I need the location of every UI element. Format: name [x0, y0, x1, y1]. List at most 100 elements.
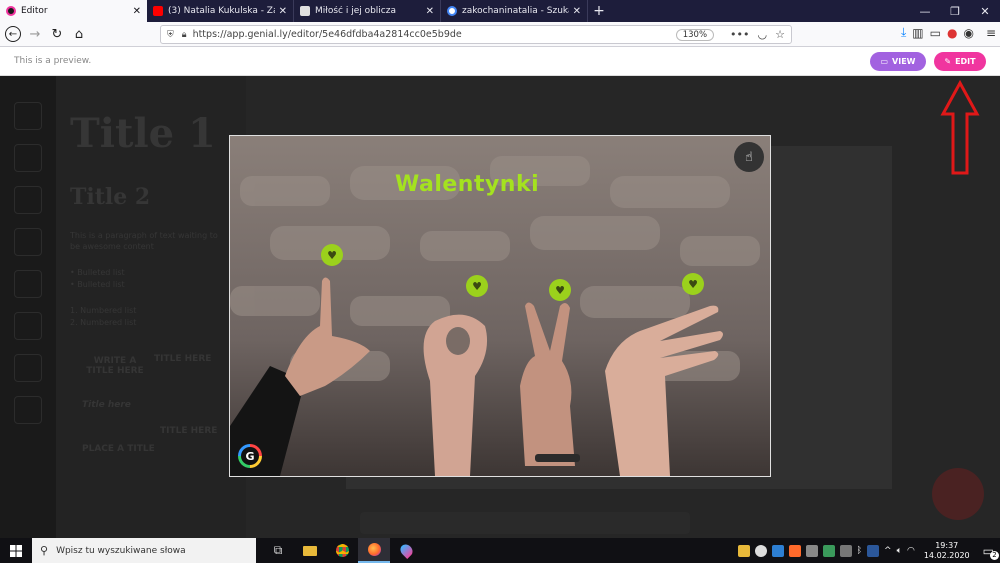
genially-favicon-icon [6, 6, 16, 16]
youtube-favicon-icon [153, 6, 163, 16]
edit-button-label: EDIT [955, 57, 976, 66]
genially-logo[interactable]: G [238, 444, 262, 468]
word-icon[interactable] [867, 544, 880, 557]
close-tab-icon[interactable]: ✕ [573, 6, 581, 17]
url-text: https://app.genial.ly/editor/5e46dfdba4a… [192, 29, 462, 40]
navigation-bar: ← → ↻ ⌂ ⛨ 🔒︎ https://app.genial.ly/edito… [0, 22, 1000, 47]
red-arrow-annotation [940, 80, 980, 175]
tray-app-icon[interactable] [737, 544, 750, 557]
windows-logo-icon [10, 544, 22, 557]
library-icon[interactable]: ▥ [912, 26, 923, 40]
shield-icon: ⛨ [167, 29, 174, 40]
notifications-icon[interactable]: ▭ 2 [983, 544, 999, 560]
extension-icon[interactable]: ● [947, 26, 957, 40]
clock[interactable]: 19:37 14.02.2020 [924, 541, 970, 561]
maps-pin-icon[interactable] [390, 538, 422, 563]
tray-app-icon[interactable] [771, 544, 784, 557]
reload-icon: ↻ [51, 26, 63, 42]
back-button[interactable]: ← [2, 23, 24, 45]
view-button-label: VIEW [892, 57, 916, 66]
tab-title: Miłość i jej oblicza [315, 6, 396, 16]
bookmark-star-icon[interactable]: ☆ [775, 28, 785, 41]
sidebar-icon[interactable]: ▭ [930, 26, 941, 40]
close-tab-icon[interactable]: ✕ [279, 6, 287, 17]
zoom-level[interactable]: 130% [675, 28, 715, 41]
panel-numbered: 2. Numbered list [70, 318, 137, 327]
window-controls: — ❐ ✕ [910, 0, 1000, 22]
chrome-icon[interactable] [326, 538, 358, 563]
tray-app-icon[interactable] [788, 544, 801, 557]
search-icon: ⚲ [40, 544, 49, 557]
task-view-icon[interactable]: ⧉ [262, 538, 294, 563]
cloud-icon[interactable] [754, 544, 767, 557]
rail-item [14, 354, 42, 382]
interactive-hand-icon[interactable]: ☝ [734, 142, 764, 172]
panel-title-1: Title 1 [70, 110, 216, 157]
notification-count: 2 [990, 550, 999, 560]
pencil-icon: ✎ [944, 57, 952, 66]
search-placeholder: Wpisz tu wyszukiwane słowa [56, 545, 186, 556]
panel-block: Title here [82, 400, 131, 410]
panel-bullet: • Bulleted list [70, 280, 125, 289]
wifi-icon[interactable]: ◠ [907, 546, 915, 556]
firefox-icon[interactable] [358, 538, 390, 563]
heart-icon[interactable]: ♥ [682, 273, 704, 295]
preview-modal: Walentynki ♥ ♥ ♥ ♥ ☝ G [229, 135, 771, 477]
edit-button[interactable]: ✎ EDIT [934, 52, 986, 71]
system-tray: ᛒ ^ 🔈︎ ◠ 19:37 14.02.2020 ▭ 2 [737, 538, 1000, 563]
panel-bullet: • Bulleted list [70, 268, 125, 277]
editor-bottom-toolbar [360, 512, 690, 534]
tray-app-icon[interactable] [805, 544, 818, 557]
tab-google-search[interactable]: zakochaninatalia - Szukaj w Go ✕ [441, 0, 588, 22]
home-icon: ⌂ [74, 26, 84, 42]
rail-item [14, 144, 42, 172]
browser-tab-bar: Editor ✕ (3) Natalia Kukulska - Zakochan… [0, 0, 1000, 22]
chat-bubble-icon [932, 468, 984, 520]
account-icon[interactable]: ◉ [963, 26, 973, 40]
restore-icon[interactable]: ❐ [940, 0, 970, 22]
tab-milosc[interactable]: Miłość i jej oblicza ✕ [294, 0, 441, 22]
bluetooth-icon[interactable]: ᛒ [857, 546, 862, 556]
tab-title: zakochaninatalia - Szukaj w Go [462, 6, 569, 16]
download-icon[interactable]: ⤓ [901, 25, 906, 40]
close-tab-icon[interactable]: ✕ [133, 6, 141, 17]
new-tab-button[interactable]: + [588, 0, 610, 22]
home-button[interactable]: ⌂ [68, 23, 90, 45]
menu-icon[interactable]: ≡ [986, 26, 996, 40]
rail-item [14, 270, 42, 298]
file-explorer-icon[interactable] [294, 538, 326, 563]
text-panel: Title 1 Title 2 This is a paragraph of t… [56, 76, 246, 538]
tray-app-icon[interactable] [839, 544, 852, 557]
heart-icon[interactable]: ♥ [549, 279, 571, 301]
editor-left-rail [0, 76, 56, 538]
reload-button[interactable]: ↻ [46, 23, 68, 45]
preview-banner: This is a preview. ▭ VIEW ✎ EDIT [0, 47, 1000, 76]
google-favicon-icon [447, 6, 457, 16]
tab-youtube[interactable]: (3) Natalia Kukulska - Zakochani ✕ [147, 0, 294, 22]
page-actions-icon[interactable]: ••• [730, 28, 749, 41]
clock-time: 19:37 [935, 540, 959, 550]
chevron-up-icon[interactable]: ^ [884, 546, 892, 556]
modal-title: Walentynki [395, 172, 540, 197]
close-tab-icon[interactable]: ✕ [426, 6, 434, 17]
close-window-icon[interactable]: ✕ [970, 0, 1000, 22]
windows-taskbar: ⚲ Wpisz tu wyszukiwane słowa ⧉ ᛒ ^ 🔈︎ ◠ … [0, 538, 1000, 563]
tab-editor[interactable]: Editor ✕ [0, 0, 147, 22]
tray-app-icon[interactable] [822, 544, 835, 557]
forward-arrow-icon: → [29, 26, 41, 42]
start-button[interactable] [0, 538, 32, 563]
tab-title: Editor [21, 6, 48, 16]
view-button[interactable]: ▭ VIEW [870, 52, 926, 71]
pocket-icon[interactable]: ◡ [758, 28, 768, 41]
panel-block: PLACE A TITLE [82, 444, 155, 454]
heart-icon[interactable]: ♥ [466, 275, 488, 297]
address-bar[interactable]: ⛨ 🔒︎ https://app.genial.ly/editor/5e46df… [160, 25, 792, 44]
speaker-icon[interactable]: 🔈︎ [897, 546, 902, 556]
minimize-icon[interactable]: — [910, 0, 940, 22]
tab-title: (3) Natalia Kukulska - Zakochani [168, 6, 275, 16]
heart-icon[interactable]: ♥ [321, 244, 343, 266]
panel-paragraph: This is a paragraph of text waiting to b… [70, 231, 218, 251]
clock-date: 14.02.2020 [923, 550, 970, 560]
taskbar-search[interactable]: ⚲ Wpisz tu wyszukiwane słowa [32, 538, 256, 563]
forward-button[interactable]: → [24, 23, 46, 45]
